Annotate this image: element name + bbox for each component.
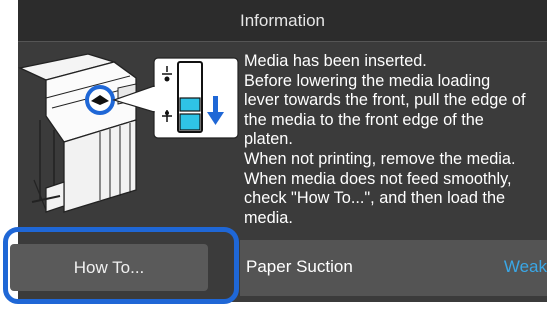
paper-suction-setting[interactable]: Paper Suction Weak xyxy=(240,240,547,296)
header-title: Information xyxy=(18,0,547,41)
message-line: When not printing, remove the media. xyxy=(244,149,516,168)
printer-illustration xyxy=(18,53,239,213)
message-line: lever towards the front, pull the edge o… xyxy=(244,91,526,110)
how-to-highlight-frame xyxy=(3,227,239,304)
message-line: Before lowering the media loading xyxy=(244,71,491,90)
message-line: platen. xyxy=(244,130,293,149)
message-line: Media has been inserted. xyxy=(244,52,427,70)
message-line: the media to the front edge of the xyxy=(244,110,484,129)
message-line: media. xyxy=(244,208,293,227)
paper-suction-label: Paper Suction xyxy=(246,257,353,276)
paper-suction-value: Weak xyxy=(503,257,547,276)
information-message: Media has been inserted. Before lowering… xyxy=(244,52,544,228)
message-line: check "How To...", and then load the xyxy=(244,189,506,208)
message-line: When media does not feed smoothly, xyxy=(244,169,512,188)
header-divider xyxy=(18,41,547,42)
